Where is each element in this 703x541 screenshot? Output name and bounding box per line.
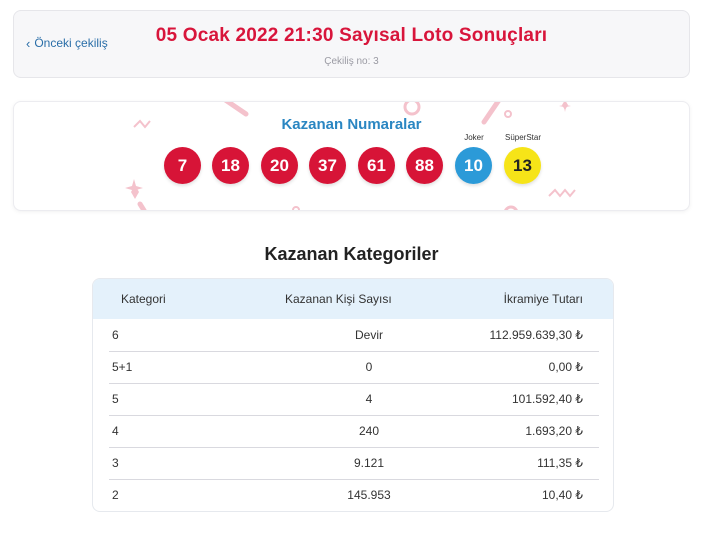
header-prize: İkramiye Tutarı <box>503 292 583 306</box>
table-row: 4 240 1.693,20 ₺ <box>109 416 599 448</box>
cell-prize: 10,40 ₺ <box>542 488 583 502</box>
cell-winners: 4 <box>365 392 373 406</box>
header-winners: Kazanan Kişi Sayısı <box>285 292 392 306</box>
number-ball: 88 <box>406 147 443 184</box>
cell-category: 6 <box>112 328 119 342</box>
cell-category: 5+1 <box>112 360 133 374</box>
cell-prize: 111,35 ₺ <box>537 456 583 470</box>
header-card: ‹ Önceki çekiliş 05 Ocak 2022 21:30 Sayı… <box>13 10 690 78</box>
table-row: 5+1 0 0,00 ₺ <box>109 352 599 384</box>
cell-prize: 101.592,40 ₺ <box>511 392 583 406</box>
cell-category: 3 <box>112 456 119 470</box>
superstar-ball: 13 <box>504 147 541 184</box>
draw-number: Çekiliş no: 3 <box>324 56 379 67</box>
winning-numbers-title: Kazanan Numaralar <box>281 116 422 133</box>
cell-prize: 0,00 ₺ <box>548 360 583 374</box>
cell-winners: 9.121 <box>353 456 385 470</box>
superstar-label: SüperStar <box>504 133 542 142</box>
cell-category: 5 <box>112 392 119 406</box>
cell-prize: 112.959.639,30 ₺ <box>489 328 584 342</box>
number-ball: 7 <box>164 147 201 184</box>
table-row: 2 145.953 10,40 ₺ <box>109 480 599 511</box>
table-row: 3 9.121 111,35 ₺ <box>109 448 599 480</box>
categories-table: Kategori Kazanan Kişi Sayısı İkramiye Tu… <box>92 278 614 512</box>
cell-category: 2 <box>112 488 119 502</box>
cell-winners: Devir <box>354 328 383 342</box>
table-header: Kategori Kazanan Kişi Sayısı İkramiye Tu… <box>93 279 613 319</box>
number-ball: 18 <box>212 147 249 184</box>
categories-title: Kazanan Kategoriler <box>264 244 439 264</box>
number-ball: 61 <box>358 147 395 184</box>
cell-prize: 1.693,20 ₺ <box>525 424 583 438</box>
number-ball: 20 <box>261 147 298 184</box>
table-row: 6 Devir 112.959.639,30 ₺ <box>109 320 599 352</box>
header-category: Kategori <box>121 292 166 306</box>
cell-winners: 145.953 <box>347 488 391 502</box>
cell-winners: 0 <box>365 360 373 374</box>
table-row: 5 4 101.592,40 ₺ <box>109 384 599 416</box>
cell-winners: 240 <box>358 424 380 438</box>
joker-label: Joker <box>464 133 484 142</box>
number-ball: 37 <box>309 147 346 184</box>
joker-ball: 10 <box>455 147 492 184</box>
cell-category: 4 <box>112 424 119 438</box>
page-title: 05 Ocak 2022 21:30 Sayısal Loto Sonuçlar… <box>155 25 548 46</box>
winning-numbers-card: Kazanan Numaralar 7 18 20 37 61 88 Joker… <box>13 101 690 211</box>
